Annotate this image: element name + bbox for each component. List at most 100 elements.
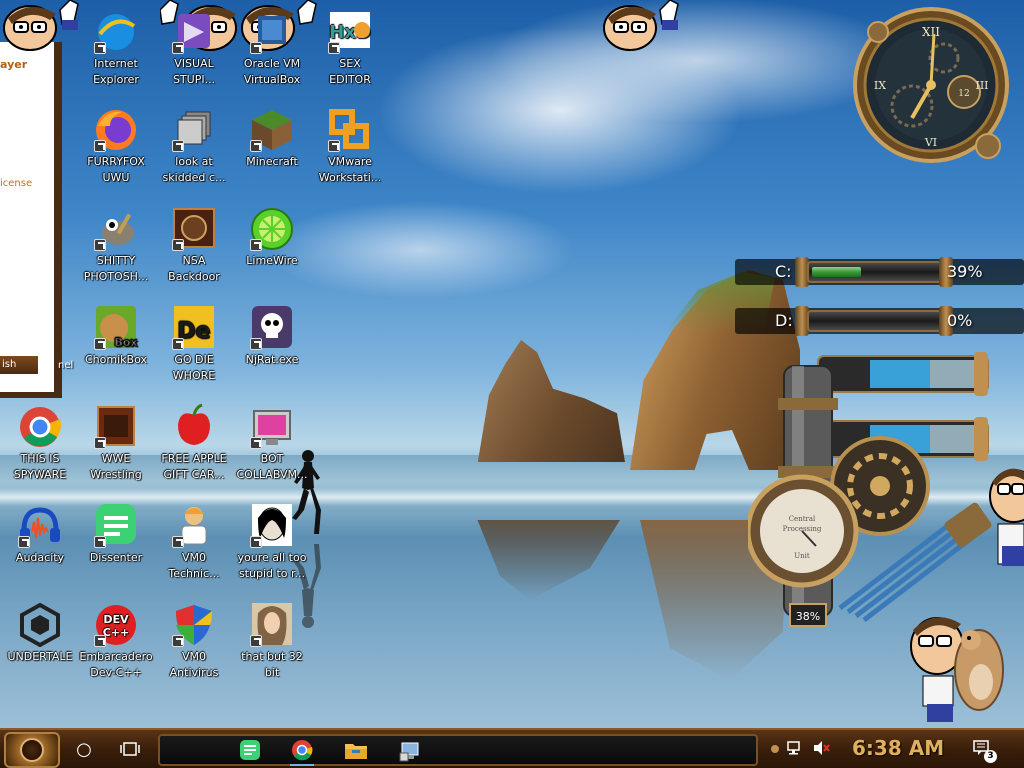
disk-fill — [812, 267, 861, 277]
clock-numeral-12: XII — [922, 25, 940, 39]
cartoon-head-sticker — [603, 0, 679, 51]
vs-icon — [170, 8, 218, 54]
desktop-icon-label: FURRYFOX UWU — [87, 155, 145, 184]
svg-text:IX: IX — [874, 79, 886, 92]
desktop-icon-wwe[interactable]: WWE Wrestling — [76, 403, 156, 483]
desktop-icon-label: LimeWire — [246, 254, 298, 267]
shortcut-arrow-icon — [250, 42, 262, 54]
dissenter-taskbar-icon[interactable] — [236, 739, 264, 763]
shortcut-arrow-icon — [172, 239, 184, 251]
taskbar-clock[interactable]: 6:38 AM — [852, 736, 944, 760]
desktop-icon-godie[interactable]: De GO DIE WHORE — [154, 304, 234, 384]
limewire-icon — [248, 205, 296, 251]
desktop-icon-chomik[interactable]: Box ChomikBox — [76, 304, 156, 368]
shortcut-arrow-icon — [172, 536, 184, 548]
desktop-icon-limewire[interactable]: LimeWire — [232, 205, 312, 269]
desktop-icon-label: Audacity — [15, 551, 65, 564]
network-icon[interactable] — [786, 740, 804, 758]
desktop-icon-vmware[interactable]: VMware Workstati... — [310, 106, 390, 186]
desktop-icon-label: FREE APPLE GIFT CAR... — [161, 452, 227, 481]
desktop-icon-apple[interactable]: FREE APPLE GIFT CAR... — [154, 403, 234, 483]
desktop-icon-njrat[interactable]: NjRat.exe — [232, 304, 312, 368]
search-circle-icon[interactable]: ○ — [72, 738, 96, 762]
desktop-icon-skidded[interactable]: look at skidded c... — [154, 106, 234, 186]
shortcut-arrow-icon — [250, 635, 262, 647]
godie-icon: De — [170, 304, 218, 350]
vm0tech-icon — [170, 502, 218, 548]
control-panel-taskbar-icon[interactable] — [396, 739, 424, 763]
start-button[interactable] — [4, 732, 60, 768]
desktop-icon-label: BOT COLLABVM... — [236, 452, 308, 481]
window-button[interactable]: ish — [0, 356, 38, 374]
stupid-icon — [248, 502, 296, 548]
desktop-icon-chrome[interactable]: THIS IS SPYWARE — [0, 403, 80, 483]
desktop-icon-undertale[interactable]: UNDERTALE — [0, 601, 80, 665]
shortcut-arrow-icon — [94, 42, 106, 54]
desktop-icon-label: WWE Wrestling — [90, 452, 142, 481]
vm0av-icon — [170, 601, 218, 647]
shortcut-arrow-icon — [94, 338, 106, 350]
chrome-icon — [16, 403, 64, 449]
32bit-icon — [248, 601, 296, 647]
notification-count-badge: 3 — [984, 750, 997, 763]
steampunk-clock-widget[interactable]: XII 12 III VI IX — [852, 6, 1010, 164]
audacity-icon — [16, 502, 64, 548]
desktop-icon-minecraft[interactable]: Minecraft — [232, 106, 312, 170]
ie-icon — [92, 8, 140, 54]
desktop-icon-label: Dissenter — [89, 551, 143, 564]
desktop-icon-label: Oracle VM VirtualBox — [243, 57, 301, 86]
desktop-icon-nsa[interactable]: NSA Backdoor — [154, 205, 234, 285]
desktop-icon-vm0av[interactable]: VM0 Antivirus — [154, 601, 234, 681]
desktop-icon-label: SHITTY PHOTOSH... — [83, 254, 149, 283]
desktop-icon-vbox[interactable]: Oracle VM VirtualBox — [232, 8, 312, 88]
disk-gauge-c: C: 39% — [735, 257, 1024, 287]
desktop-icon-label: youre all too stupid to r... — [237, 551, 307, 580]
system-tray: 6:38 AM 3 — [762, 734, 1024, 766]
desktop-icon-hxd[interactable]: HxD SEX EDITOR — [310, 8, 390, 88]
desktop-icon-ie[interactable]: Internet Explorer — [76, 8, 156, 88]
desktop-icon-firefox[interactable]: FURRYFOX UWU — [76, 106, 156, 186]
desktop-icon-label: that but 32 bit — [241, 650, 303, 679]
gimp-icon — [92, 205, 140, 251]
vmware-icon — [326, 106, 374, 152]
steampunk-cpu-meter-widget[interactable]: Central Processing Unit 38% — [748, 346, 998, 631]
disk-label: D: — [775, 311, 793, 330]
desktop-icon-label: NSA Backdoor — [168, 254, 220, 283]
desktop-icon-label: Embarcadero Dev-C++ — [79, 650, 153, 679]
shortcut-arrow-icon — [172, 140, 184, 152]
desktop-icon-audacity[interactable]: Audacity — [0, 502, 80, 566]
shortcut-arrow-icon — [250, 239, 262, 251]
desktop-icon-label: VM0 Antivirus — [169, 650, 219, 679]
task-view-icon[interactable] — [118, 738, 142, 762]
shortcut-arrow-icon — [94, 437, 106, 449]
taskbar-apps — [158, 734, 758, 766]
gauge-label-top: Central — [789, 515, 816, 523]
desktop-icon-vs[interactable]: VISUAL STUPI... — [154, 8, 234, 88]
svg-text:III: III — [975, 79, 988, 92]
vbox-icon — [248, 8, 296, 54]
shortcut-arrow-icon — [172, 338, 184, 350]
svg-text:C++: C++ — [103, 626, 130, 639]
desktop-icon-devcpp[interactable]: DEV C++ Embarcadero Dev-C++ — [76, 601, 156, 681]
desktop-icon-gimp[interactable]: SHITTY PHOTOSH... — [76, 205, 156, 285]
cpu-percent-readout: 38% — [796, 610, 820, 623]
shortcut-arrow-icon — [328, 140, 340, 152]
volume-muted-icon[interactable] — [812, 740, 830, 758]
app-window-partial[interactable]: ayer icense ish nel — [0, 42, 73, 398]
disk-label: C: — [775, 262, 792, 281]
window-text-fragment: icense — [0, 178, 33, 189]
wwe-icon — [92, 403, 140, 449]
desktop-icon-stupid[interactable]: youre all too stupid to r... — [232, 502, 312, 582]
desktop-icon-dissenter[interactable]: Dissenter — [76, 502, 156, 566]
desktop-icon-32bit[interactable]: that but 32 bit — [232, 601, 312, 681]
njrat-icon — [248, 304, 296, 350]
chrome-taskbar-icon[interactable] — [288, 739, 316, 766]
desktop-icon-label: NjRat.exe — [245, 353, 299, 366]
undertale-icon — [16, 601, 64, 648]
disk-gauge-d: D: 0% — [735, 306, 1024, 336]
desktop-icon-bot[interactable]: BOT COLLABVM... — [232, 403, 312, 483]
hxd-icon: HxD — [326, 8, 374, 54]
shortcut-arrow-icon — [172, 42, 184, 54]
file-explorer-taskbar-icon[interactable] — [342, 739, 370, 763]
desktop-icon-vm0tech[interactable]: VM0 Technic... — [154, 502, 234, 582]
